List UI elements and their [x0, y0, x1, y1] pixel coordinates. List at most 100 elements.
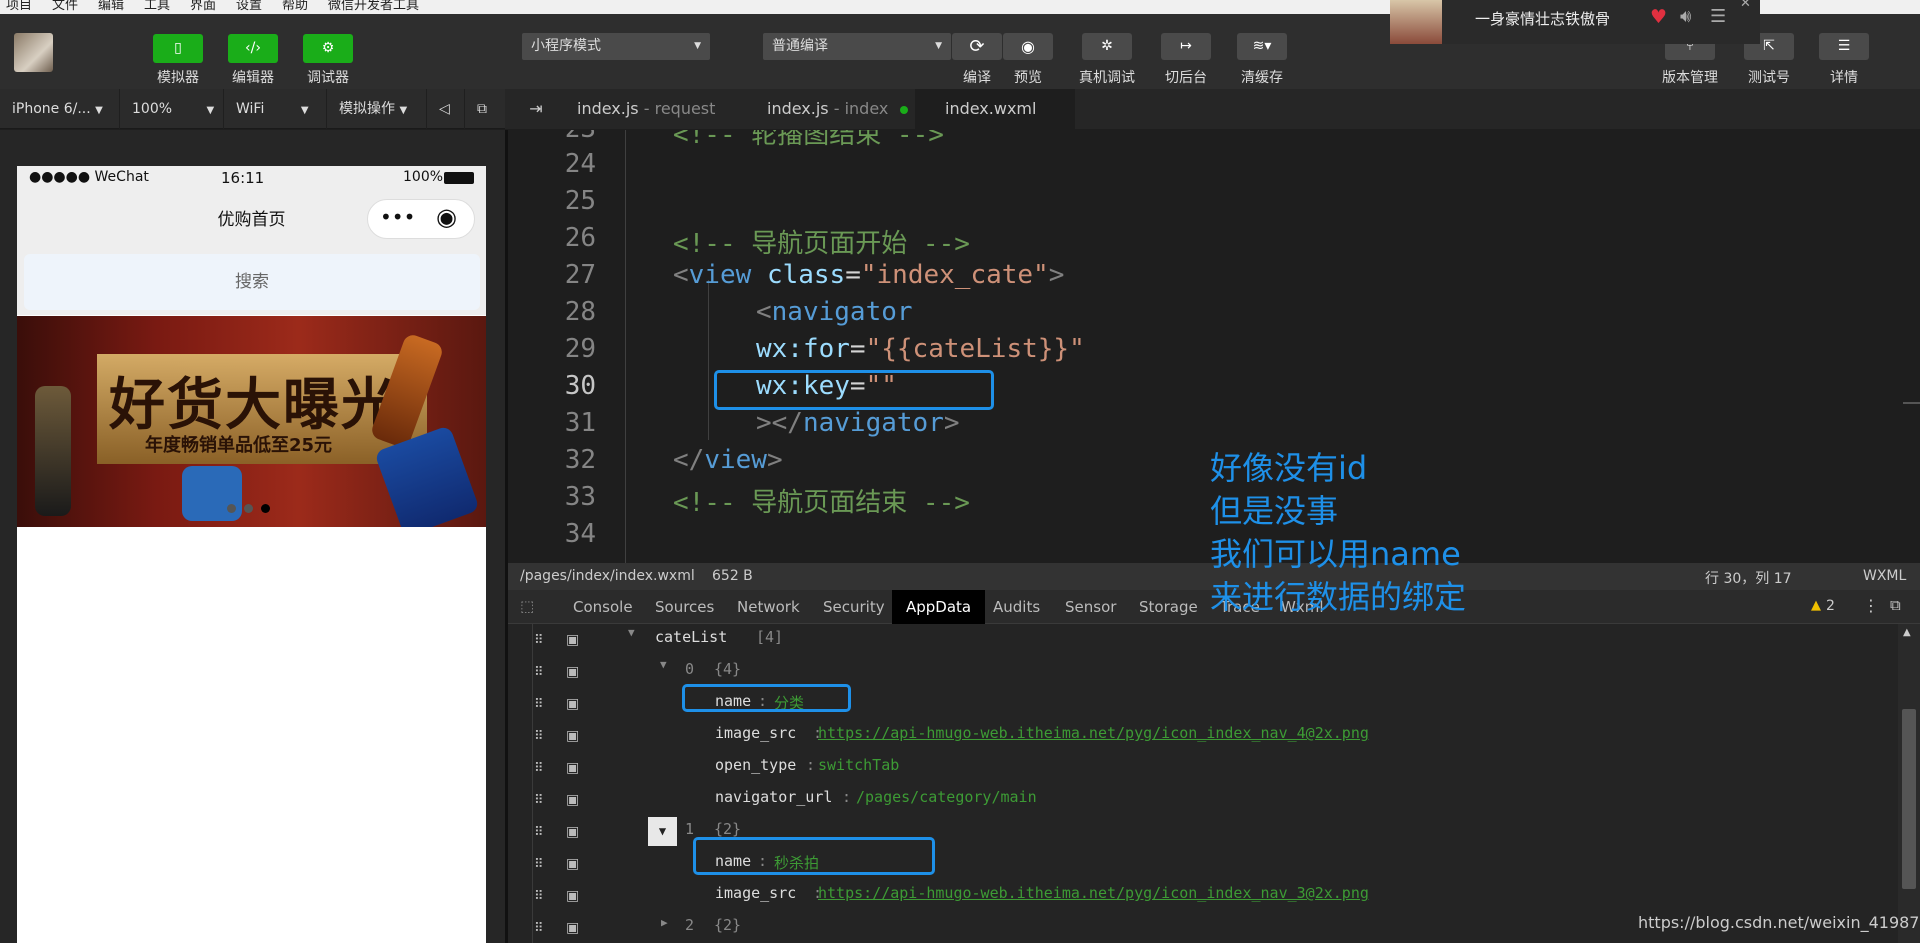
window-button[interactable]: ⧉	[465, 89, 505, 129]
expand-arrow-icon[interactable]: ▶	[661, 916, 668, 929]
drag-handle-icon[interactable]: ⠿	[534, 921, 544, 936]
menu-help[interactable]: 帮助	[282, 0, 308, 13]
collapse-box-icon[interactable]: ▣	[566, 760, 579, 776]
playlist-icon[interactable]: ☰	[1710, 6, 1726, 27]
drag-handle-icon[interactable]: ⠿	[534, 633, 544, 648]
collapse-box-icon[interactable]: ▣	[566, 696, 579, 712]
tree-row[interactable]: ⠿ ▣ navigator_url : /pages/category/main	[508, 784, 1888, 816]
toggle-tree-button[interactable]: ⇥	[516, 89, 556, 129]
heart-icon[interactable]: ♥	[1650, 6, 1667, 28]
music-player: 一身豪情壮志铁傲骨 ♥ 🔊︎ ☰ ✕	[1390, 0, 1760, 44]
drag-handle-icon[interactable]: ⠿	[534, 729, 544, 744]
tab-appdata[interactable]: AppData	[892, 590, 986, 624]
device-select[interactable]: iPhone 6/... ▼	[0, 89, 120, 129]
undock-icon[interactable]: ⧉	[1890, 596, 1901, 614]
warning-icon[interactable]: ▲	[1811, 598, 1821, 613]
details-button[interactable]: ☰	[1819, 33, 1869, 60]
tree-key: image_src	[715, 884, 797, 902]
drag-handle-icon[interactable]: ⠿	[534, 793, 544, 808]
annotation-line: 但是没事	[1210, 492, 1339, 530]
collapse-box-icon[interactable]: ▣	[566, 888, 579, 904]
menu-wechat-devtools[interactable]: 微信开发者工具	[328, 0, 419, 13]
compile-mode-select[interactable]: 普通编译 ▼	[763, 33, 951, 60]
network-select[interactable]: WiFi ▼	[224, 89, 327, 129]
collapse-box-icon[interactable]: ▣	[566, 920, 579, 936]
drag-handle-icon[interactable]: ⠿	[534, 665, 544, 680]
scroll-thumb[interactable]	[1902, 709, 1916, 889]
tree-row[interactable]: ⠿ ▣ image_src : https://api-hmugo-web.ith…	[508, 880, 1888, 912]
expand-arrow-icon[interactable]: ▼	[628, 626, 635, 639]
tab-index-wxml[interactable]: index.wxml	[915, 89, 1075, 154]
clear-cache-button[interactable]: ≋▾	[1237, 33, 1287, 60]
collapse-box-icon[interactable]: ▣	[566, 632, 579, 648]
album-cover[interactable]	[1390, 0, 1442, 44]
tree-row[interactable]: ⠿ ▣ image_src : https://api-hmugo-web.ith…	[508, 720, 1888, 752]
avatar[interactable]	[14, 33, 53, 72]
drag-handle-icon[interactable]: ⠿	[534, 825, 544, 840]
zoom-select[interactable]: 100% ▼	[120, 89, 224, 129]
expand-arrow-icon[interactable]: ▼	[660, 658, 667, 671]
ops-select[interactable]: 模拟操作 ▼	[327, 89, 427, 129]
more-vert-icon[interactable]: ⋮	[1863, 596, 1879, 615]
close-miniprogram-icon[interactable]: ◉	[436, 203, 457, 231]
mode-select[interactable]: 小程序模式 ▼	[522, 33, 710, 60]
vertical-scrollbar[interactable]: ▲	[1898, 624, 1920, 943]
swiper-banner[interactable]: 好货大曝光 年度畅销单品低至25元	[17, 316, 486, 527]
compile-button[interactable]: ⟳	[952, 33, 1002, 60]
collapse-box-icon[interactable]: ▣	[566, 664, 579, 680]
scroll-up-icon[interactable]: ▲	[1903, 627, 1911, 638]
drag-handle-icon[interactable]: ⠿	[534, 889, 544, 904]
volume-icon[interactable]: 🔊︎	[1680, 6, 1691, 27]
drag-handle-icon[interactable]: ⠿	[534, 857, 544, 872]
tree-link[interactable]: https://api-hmugo-web.itheima.net/pyg/ic…	[818, 884, 1369, 902]
menu-project[interactable]: 项目	[6, 0, 32, 13]
line-number: 25	[564, 186, 596, 216]
remote-debug-button[interactable]: ✲	[1082, 33, 1132, 60]
simulator-button[interactable]: ▯	[153, 34, 203, 63]
tree-row[interactable]: ⠿ ▣ ▼ cateList [4]	[508, 624, 1888, 656]
bug-icon: ✲	[1101, 38, 1113, 54]
tab-sensor[interactable]: Sensor	[1065, 590, 1116, 624]
editor-button[interactable]: ‹/›	[228, 34, 278, 63]
appdata-tree[interactable]: ⠿ ▣ ▼ cateList [4] ⠿ ▣ ▼ 0 {4} ⠿ ▣ name : 分…	[508, 624, 1920, 943]
drag-handle-icon[interactable]: ⠿	[534, 761, 544, 776]
tab-storage[interactable]: Storage	[1139, 590, 1198, 624]
swiper-dot-active[interactable]	[261, 504, 270, 513]
swiper-dot[interactable]	[227, 504, 236, 513]
tree-value: switchTab	[818, 756, 900, 774]
mute-button[interactable]: ◁	[427, 89, 465, 129]
tab-network[interactable]: Network	[737, 590, 800, 624]
swiper-dot[interactable]	[244, 504, 253, 513]
tab-index-js-request[interactable]: index.js - request	[577, 89, 747, 129]
collapse-box-icon[interactable]: ▣	[566, 824, 579, 840]
search-input[interactable]: 搜索	[24, 254, 480, 310]
line-number: 29	[564, 334, 596, 364]
menu-view[interactable]: 界面	[190, 0, 216, 13]
preview-button[interactable]: ◉	[1003, 33, 1053, 60]
menu-file[interactable]: 文件	[52, 0, 78, 13]
tab-audits[interactable]: Audits	[993, 590, 1040, 624]
menu-settings[interactable]: 设置	[236, 0, 262, 13]
tab-sources[interactable]: Sources	[655, 590, 714, 624]
expand-arrow-icon[interactable]: ▼	[648, 817, 677, 846]
menu-edit[interactable]: 编辑	[98, 0, 124, 13]
background-button[interactable]: ↦	[1161, 33, 1211, 60]
tree-row[interactable]: ⠿ ▣ open_type : switchTab	[508, 752, 1888, 784]
close-icon[interactable]: ✕	[1740, 0, 1751, 11]
tree-key: navigator_url	[715, 788, 833, 806]
menu-tools[interactable]: 工具	[144, 0, 170, 13]
debugger-button[interactable]: ⚙	[303, 34, 353, 63]
collapse-box-icon[interactable]: ▣	[566, 856, 579, 872]
inspect-icon[interactable]: ⬚	[520, 597, 534, 615]
tab-console[interactable]: Console	[573, 590, 633, 624]
collapse-box-icon[interactable]: ▣	[566, 728, 579, 744]
code-line: ></navigator>	[756, 408, 960, 438]
language-mode[interactable]: WXML	[1863, 568, 1906, 584]
drag-handle-icon[interactable]: ⠿	[534, 697, 544, 712]
tab-security[interactable]: Security	[823, 590, 885, 624]
collapse-box-icon[interactable]: ▣	[566, 792, 579, 808]
cursor-position[interactable]: 行 30，列 17	[1705, 568, 1792, 588]
more-icon[interactable]: •••	[380, 205, 415, 229]
tree-link[interactable]: https://api-hmugo-web.itheima.net/pyg/ic…	[818, 724, 1369, 742]
tab-index-js-index[interactable]: index.js - index	[767, 89, 937, 129]
